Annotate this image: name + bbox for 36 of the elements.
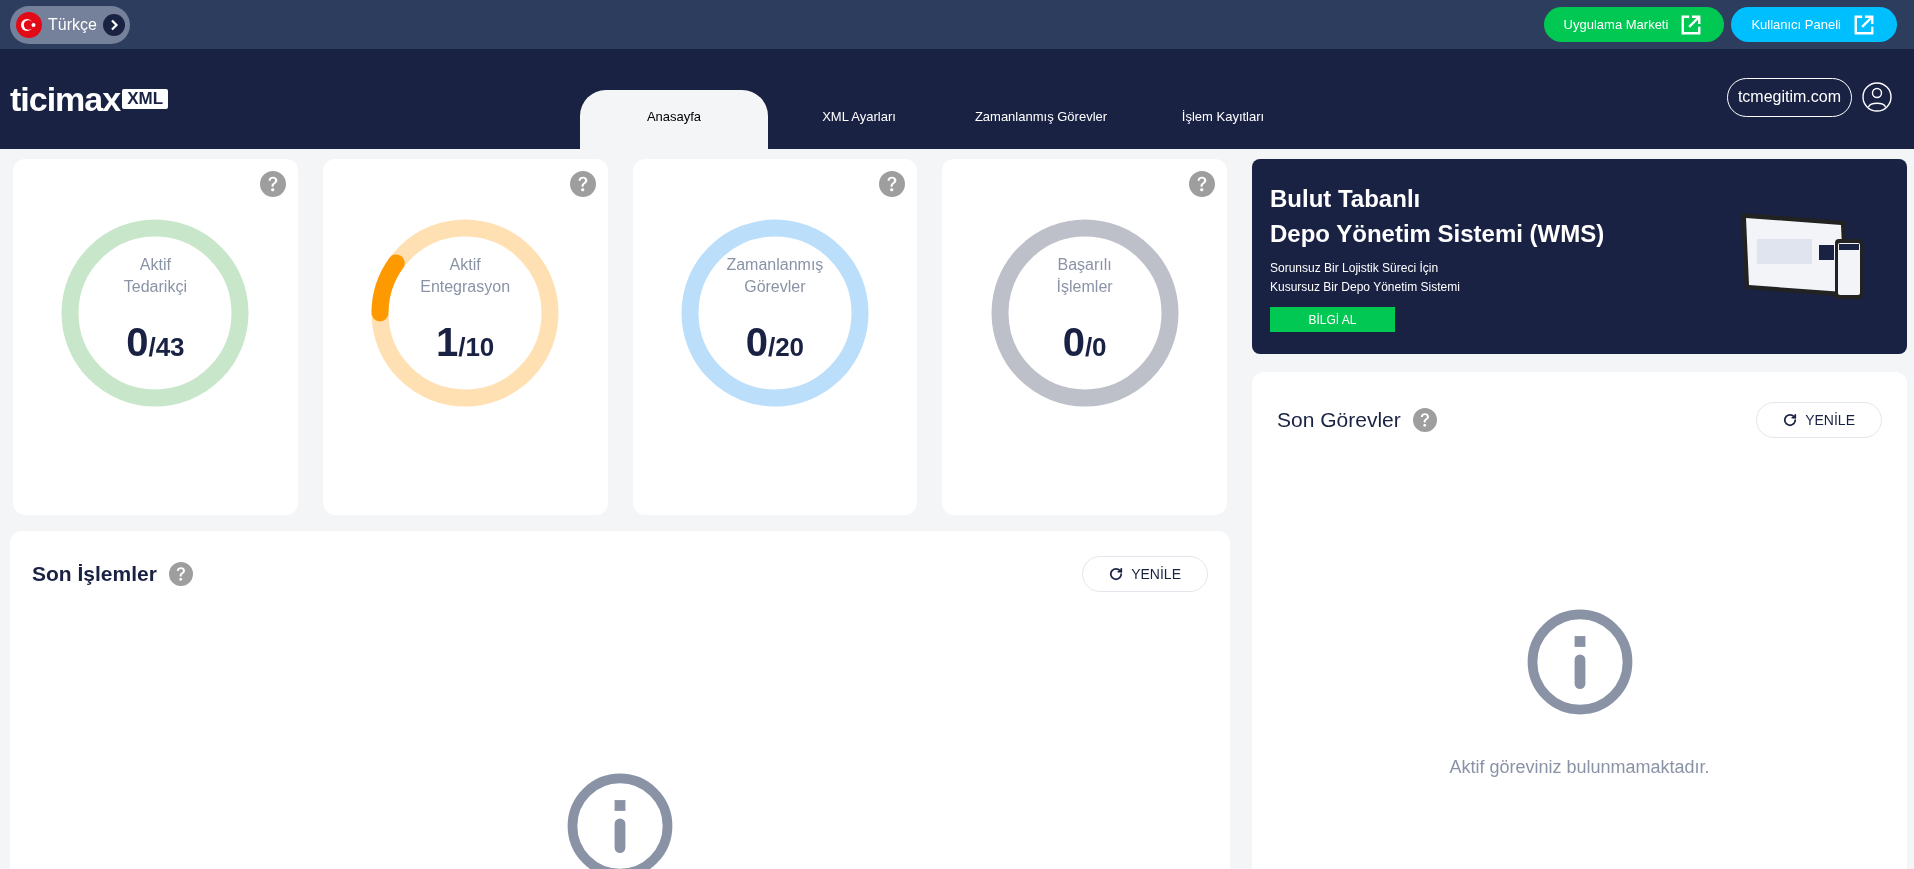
card-title: Son İşlemler [32, 561, 157, 588]
refresh-icon [1109, 567, 1124, 581]
nav-tab[interactable]: Anasayfa [580, 90, 768, 149]
help-icon[interactable] [1189, 171, 1215, 197]
external-link-icon [1853, 13, 1875, 36]
nav-tab[interactable]: Zamanlanmış Görevler [950, 90, 1132, 149]
flag-icon [16, 11, 42, 38]
banner-title: Bulut Tabanlı Depo Yönetim Sistemi (WMS) [1270, 184, 1606, 249]
logo: ticimax XML [10, 81, 580, 117]
stat-label: Aktif Entegrasyon [420, 255, 511, 297]
refresh-button[interactable]: YENİLE [1756, 402, 1882, 438]
help-icon[interactable] [168, 562, 193, 586]
stat-value: 0/0 [1062, 319, 1107, 366]
refresh-button[interactable]: YENİLE [1082, 556, 1208, 592]
stat-label: Başarılı İşlemler [1056, 255, 1113, 297]
refresh-icon [1783, 413, 1798, 427]
external-link-icon [1680, 13, 1703, 36]
stat-value: 0/20 [745, 319, 805, 366]
language-button[interactable]: Türkçe [10, 5, 130, 44]
user-icon[interactable] [1862, 82, 1892, 112]
stat-value: 1/10 [435, 319, 495, 366]
info-icon [566, 772, 674, 869]
help-icon[interactable] [569, 171, 596, 197]
empty-message: Aktif göreviniz bulunmamaktadır. [1449, 756, 1710, 779]
nav-tab[interactable]: XML Ayarları [768, 90, 950, 149]
help-icon[interactable] [259, 171, 286, 197]
stat-label: Zamanlanmış Görevler [726, 255, 824, 297]
banner-subtitle: Sorunsuz Bir Lojistik Süreci İçin Kusursuz Bir Depo Yönetim Sistemi [1270, 260, 1461, 296]
nav-tab[interactable]: İşlem Kayıtları [1132, 90, 1314, 149]
help-icon[interactable] [879, 171, 906, 197]
card-title: Son Görevler [1277, 407, 1401, 434]
stat-value: 0/43 [126, 319, 185, 366]
stat-label: Aktif Tedarikçi [123, 255, 187, 297]
info-icon [1525, 608, 1634, 716]
help-icon[interactable] [1412, 408, 1437, 432]
chevron-icon [102, 13, 125, 36]
